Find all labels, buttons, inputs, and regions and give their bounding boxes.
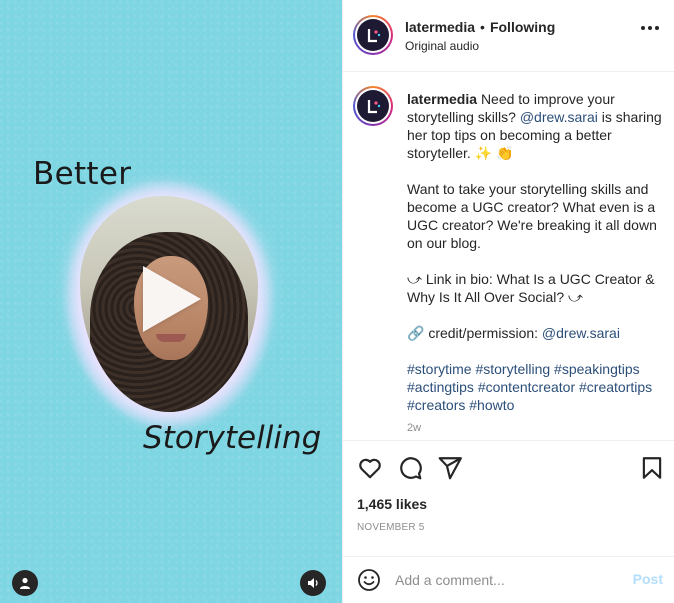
following-button[interactable]: Following [490, 19, 555, 35]
share-icon[interactable] [437, 455, 463, 481]
hashtags[interactable]: #storytime #storytelling #speakingtips #… [407, 360, 663, 414]
avatar[interactable] [353, 15, 393, 55]
header-title: latermedia • Following [405, 19, 555, 35]
header-separator: • [480, 19, 485, 35]
audio-label[interactable]: Original audio [405, 39, 479, 53]
comment-input[interactable] [395, 569, 615, 591]
caption-username[interactable]: latermedia [407, 91, 477, 107]
comment-icon[interactable] [397, 455, 423, 481]
person-mouth [156, 334, 186, 342]
likes-count[interactable]: 1,465 likes [357, 496, 427, 512]
post-comment-button[interactable]: Post [633, 571, 663, 587]
post-time-ago[interactable]: 2w [407, 422, 421, 434]
post-date: NOVEMBER 5 [357, 522, 425, 533]
later-logo-icon [367, 100, 381, 114]
caption-para2: Want to take your storytelling skills an… [407, 181, 657, 251]
more-options-icon[interactable] [641, 26, 659, 30]
user-tag-icon[interactable] [12, 570, 38, 596]
comment-bar: Post [343, 556, 674, 603]
caption-text: latermedia Need to improve your storytel… [407, 90, 663, 432]
video-text-storytelling: Storytelling [143, 420, 322, 456]
mention-link[interactable]: @drew.sarai [520, 109, 598, 125]
video-text-better: Better [33, 156, 132, 192]
heart-icon[interactable] [357, 455, 383, 481]
bookmark-icon[interactable] [639, 455, 665, 481]
caption-para3: ⤻ Link in bio: What Is a UGC Creator & W… [407, 271, 655, 305]
audio-icon[interactable] [300, 570, 326, 596]
caption-avatar[interactable] [353, 86, 393, 126]
emoji-icon[interactable] [357, 568, 381, 592]
post-header: latermedia • Following Original audio [343, 0, 674, 72]
mention-link[interactable]: @drew.sarai [542, 325, 620, 341]
post-panel: latermedia • Following Original audio late… [342, 0, 674, 603]
caption-area: latermedia Need to improve your storytel… [343, 72, 674, 440]
caption-para4: 🔗 credit/permission: [407, 325, 539, 341]
play-icon[interactable] [143, 266, 201, 332]
video-player[interactable]: Better Storytelling [0, 0, 342, 603]
header-username[interactable]: latermedia [405, 19, 475, 35]
later-logo-icon [367, 29, 381, 43]
